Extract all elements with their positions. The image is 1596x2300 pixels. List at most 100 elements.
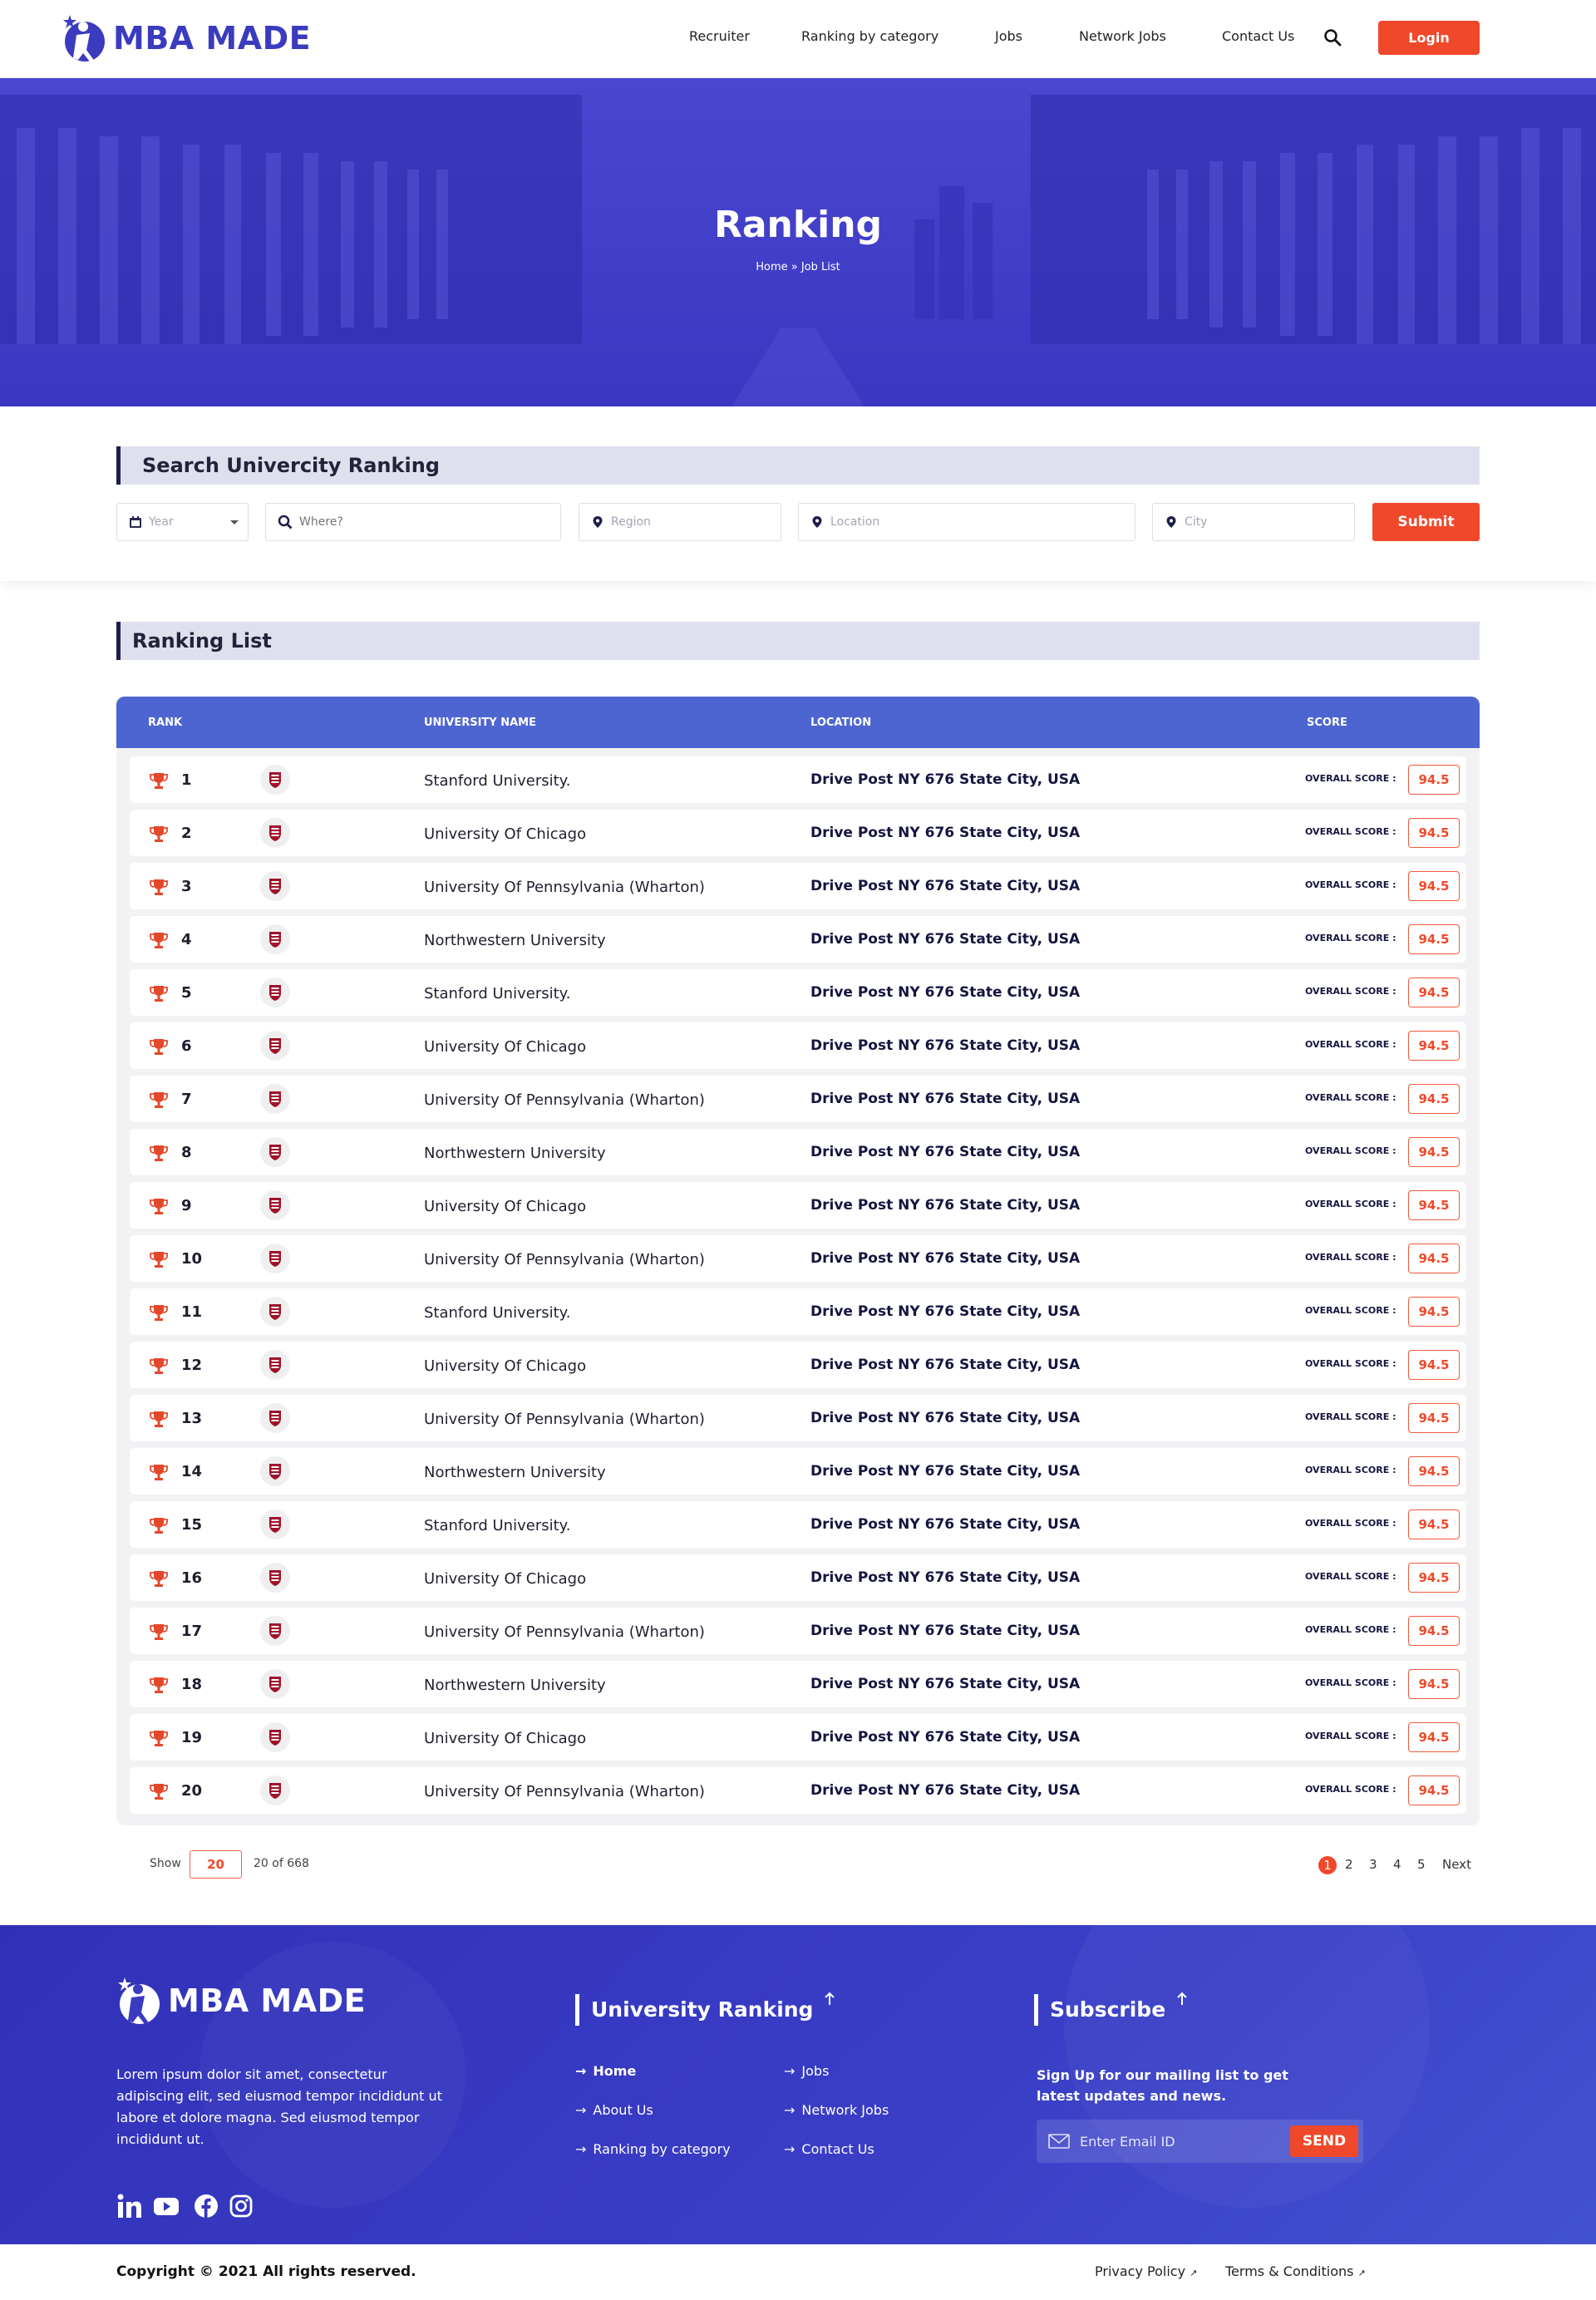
table-row[interactable]: 8 Northwestern University Drive Post NY 67… [130, 1129, 1466, 1175]
university-name[interactable]: University Of Chicago [424, 1357, 586, 1375]
university-name[interactable]: University Of Pennsylvania (Wharton) [424, 1411, 705, 1428]
score-badge: 94.5 [1408, 1137, 1460, 1167]
university-name[interactable]: Northwestern University [424, 1464, 606, 1481]
youtube-icon[interactable] [153, 2193, 180, 2219]
shield-icon [269, 1198, 281, 1214]
university-name[interactable]: University Of Pennsylvania (Wharton) [424, 1251, 705, 1268]
university-name[interactable]: Northwestern University [424, 1677, 606, 1694]
city-field[interactable]: City [1152, 503, 1355, 541]
nav-ranking-by-category[interactable]: Ranking by category [801, 28, 938, 44]
rank-number: 14 [181, 1463, 203, 1480]
table-row[interactable]: 9 University Of Chicago Drive Post NY 676 … [130, 1182, 1466, 1229]
university-name[interactable]: Stanford University. [424, 1304, 570, 1322]
terms-conditions-link[interactable]: Terms & Conditions ↗ [1225, 2263, 1366, 2279]
footer-link-about-us[interactable]: → About Us [575, 2102, 653, 2118]
footer-link-contact-us[interactable]: → Contact Us [784, 2141, 874, 2157]
footer-link-about-us-label: About Us [593, 2102, 653, 2118]
year-select[interactable]: Year [116, 503, 249, 541]
table-row[interactable]: 15 Stanford University. Drive Post NY 676 … [130, 1501, 1466, 1548]
university-name[interactable]: University Of Pennsylvania (Wharton) [424, 1091, 705, 1109]
table-row[interactable]: 1 Stanford University. Drive Post NY 676 S… [130, 756, 1466, 803]
page-5[interactable]: 5 [1417, 1857, 1426, 1872]
linkedin-icon[interactable] [116, 2193, 143, 2219]
next-page-link[interactable]: Next [1442, 1857, 1471, 1872]
trophy-icon [150, 1358, 168, 1374]
copyright-text: Copyright © 2021 All rights reserved. [116, 2263, 416, 2280]
university-location: Drive Post NY 676 State City, USA [810, 1197, 1081, 1214]
university-name[interactable]: Stanford University. [424, 772, 570, 790]
table-row[interactable]: 3 University Of Pennsylvania (Wharton) Dri… [130, 863, 1466, 909]
table-row[interactable]: 18 Northwestern University Drive Post NY 6… [130, 1661, 1466, 1707]
university-name[interactable]: University Of Chicago [424, 1570, 586, 1588]
university-logo [260, 1510, 290, 1539]
footer-link-network-jobs[interactable]: → Network Jobs [784, 2102, 889, 2118]
footer-subscribe-heading: Subscribe [1034, 1992, 1187, 2026]
page-4[interactable]: 4 [1393, 1857, 1401, 1872]
footer-link-home[interactable]: → Home [575, 2063, 636, 2079]
university-name[interactable]: Northwestern University [424, 1145, 606, 1162]
university-name[interactable]: Stanford University. [424, 985, 570, 1002]
nav-network-jobs[interactable]: Network Jobs [1079, 28, 1166, 44]
table-row[interactable]: 16 University Of Chicago Drive Post NY 676… [130, 1554, 1466, 1601]
table-row[interactable]: 17 University Of Pennsylvania (Wharton) Dr… [130, 1608, 1466, 1654]
table-row[interactable]: 14 Northwestern University Drive Post NY 6… [130, 1448, 1466, 1495]
footer-link-jobs[interactable]: → Jobs [784, 2063, 829, 2079]
table-row[interactable]: 19 University Of Chicago Drive Post NY 676… [130, 1714, 1466, 1761]
location-field[interactable]: Location [798, 503, 1135, 541]
university-logo [260, 1084, 290, 1114]
table-row[interactable]: 11 Stanford University. Drive Post NY 676 … [130, 1288, 1466, 1335]
where-field[interactable] [265, 503, 561, 541]
nav-contact-us[interactable]: Contact Us [1222, 28, 1294, 44]
privacy-policy-link[interactable]: Privacy Policy ↗ [1095, 2263, 1197, 2279]
score-badge: 94.5 [1408, 1244, 1460, 1273]
footer-link-ranking-by-category-label: Ranking by category [593, 2141, 731, 2157]
where-input[interactable] [299, 515, 549, 529]
ranking-table: RANK UNIVERSITY NAME LOCATION SCORE 1 Sta… [116, 697, 1480, 1825]
overall-score-label: OVERALL SCORE : [1305, 773, 1396, 784]
send-button[interactable]: SEND [1290, 2125, 1358, 2157]
university-name[interactable]: Stanford University. [424, 1517, 570, 1534]
trophy-icon [150, 1624, 168, 1640]
university-name[interactable]: University Of Chicago [424, 1198, 586, 1215]
site-logo[interactable]: MBA MADE [62, 8, 311, 68]
university-name[interactable]: University Of Pennsylvania (Wharton) [424, 879, 705, 896]
table-row[interactable]: 4 Northwestern University Drive Post NY 67… [130, 916, 1466, 963]
university-name[interactable]: University Of Pennsylvania (Wharton) [424, 1783, 705, 1800]
login-button[interactable]: Login [1378, 21, 1480, 55]
table-row[interactable]: 20 University Of Pennsylvania (Wharton) Dr… [130, 1767, 1466, 1814]
university-name[interactable]: University Of Chicago [424, 1730, 586, 1747]
university-logo [260, 1563, 290, 1593]
page-1[interactable]: 1 [1318, 1856, 1337, 1874]
nav-jobs[interactable]: Jobs [995, 28, 1022, 44]
region-field[interactable]: Region [579, 503, 781, 541]
footer-logo[interactable]: MBA MADE [116, 1971, 366, 2031]
university-name[interactable]: Northwestern University [424, 932, 606, 949]
table-row[interactable]: 10 University Of Pennsylvania (Wharton) Dr… [130, 1235, 1466, 1282]
facebook-icon[interactable] [193, 2193, 219, 2219]
page-2[interactable]: 2 [1345, 1857, 1353, 1872]
university-name[interactable]: University Of Chicago [424, 1038, 586, 1056]
submit-button[interactable]: Submit [1372, 503, 1480, 541]
overall-score-label: OVERALL SCORE : [1305, 933, 1396, 943]
footer-link-ranking-by-category[interactable]: → Ranking by category [575, 2141, 731, 2157]
university-location: Drive Post NY 676 State City, USA [810, 1357, 1081, 1373]
email-input[interactable] [1080, 2131, 1296, 2151]
trophy-icon [150, 1305, 168, 1321]
table-row[interactable]: 13 University Of Pennsylvania (Wharton) Dr… [130, 1395, 1466, 1441]
page-3[interactable]: 3 [1369, 1857, 1377, 1872]
instagram-icon[interactable] [228, 2193, 254, 2219]
table-row[interactable]: 7 University Of Pennsylvania (Wharton) Dri… [130, 1076, 1466, 1122]
university-name[interactable]: University Of Chicago [424, 825, 586, 843]
table-row[interactable]: 6 University Of Chicago Drive Post NY 676 … [130, 1022, 1466, 1069]
table-row[interactable]: 5 Stanford University. Drive Post NY 676 S… [130, 969, 1466, 1016]
nav-recruiter[interactable]: Recruiter [689, 28, 750, 44]
score-badge: 94.5 [1408, 1456, 1460, 1486]
table-row[interactable]: 12 University Of Chicago Drive Post NY 676… [130, 1342, 1466, 1388]
overall-score-label: OVERALL SCORE : [1305, 1784, 1396, 1795]
search-icon[interactable] [1323, 28, 1342, 47]
table-row[interactable]: 2 University Of Chicago Drive Post NY 676 … [130, 810, 1466, 856]
overall-score-label: OVERALL SCORE : [1305, 1677, 1396, 1688]
copyright-bar: Copyright © 2021 All rights reserved. Pr… [0, 2244, 1596, 2300]
university-name[interactable]: University Of Pennsylvania (Wharton) [424, 1623, 705, 1641]
page-size-select[interactable]: 20 [190, 1850, 242, 1879]
